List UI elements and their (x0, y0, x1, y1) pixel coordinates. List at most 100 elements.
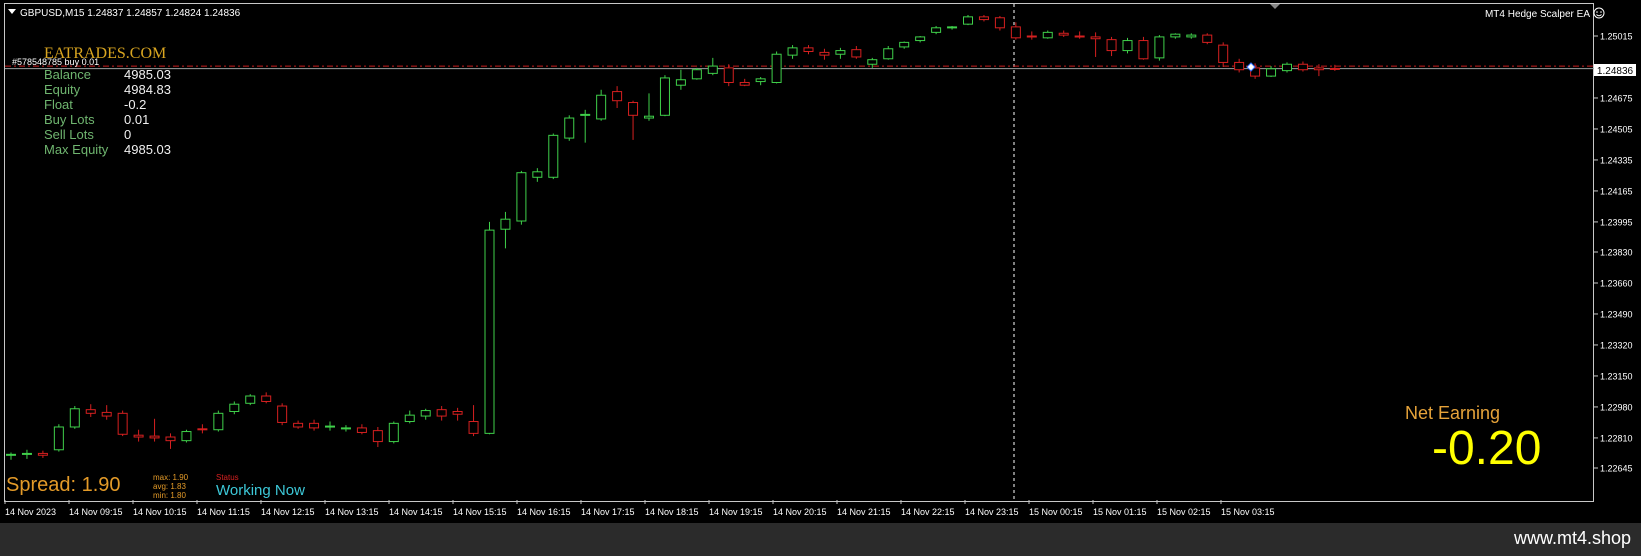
brand-logo: EATRADES.COM (44, 45, 167, 62)
candle-body (1218, 44, 1229, 63)
candle (723, 64, 734, 87)
account-stats-panel: Balance 4985.03 Equity 4984.83 Float -0.… (44, 67, 204, 162)
stat-value: 4984.83 (124, 82, 171, 97)
candle-body (1154, 36, 1165, 59)
stat-label: Sell Lots (44, 127, 94, 142)
candle-body (1058, 32, 1069, 36)
candle-body (261, 395, 272, 402)
candle-body (229, 403, 240, 412)
net-earning-value: -0.20 (1432, 422, 1542, 475)
candle-body (1122, 40, 1133, 52)
stat-value: 0.01 (124, 112, 150, 127)
candle-body (1138, 40, 1149, 60)
candle (963, 15, 973, 26)
candle (564, 115, 575, 141)
candle-body (309, 422, 320, 429)
price-axis-label: 1.22980 (1600, 402, 1633, 412)
candle (1202, 33, 1213, 45)
candle-body (277, 405, 288, 423)
time-axis-label: 14 Nov 11:15 (197, 507, 250, 517)
candle-body (994, 17, 1005, 29)
candle-body (1026, 35, 1037, 38)
candle-body (420, 410, 431, 417)
candle-body (404, 414, 415, 423)
candle-body (165, 436, 176, 442)
candle-body (628, 102, 639, 116)
candle-body (851, 49, 862, 58)
time-axis-label: 14 Nov 18:15 (645, 507, 699, 517)
candle-body (197, 428, 208, 431)
candle-body (1106, 39, 1117, 52)
candle-body (1202, 34, 1213, 43)
candle-body (771, 53, 782, 83)
candle-body (436, 409, 447, 417)
candle (484, 221, 495, 435)
candle-body (484, 229, 495, 434)
spread-max: max: 1.90 (153, 473, 189, 482)
candle-body (213, 412, 224, 431)
candle-body (899, 41, 910, 48)
stat-value: 4985.03 (124, 142, 171, 157)
stat-value: -0.2 (124, 97, 147, 112)
price-axis: 1.25015 1.24675 1.24505 1.24335 1.24165 1.239… (1594, 32, 1633, 474)
time-axis-label: 14 Nov 09:15 (69, 507, 123, 517)
candle-body (37, 452, 48, 456)
candle-body (468, 421, 479, 434)
time-axis-label: 14 Nov 2023 (5, 507, 56, 517)
time-axis-label: 14 Nov 22:15 (901, 507, 955, 517)
candle-body (1329, 67, 1340, 70)
current-price-tag: 1.24836 (1594, 64, 1636, 77)
candle (516, 170, 527, 225)
price-axis-label: 1.22810 (1600, 433, 1633, 443)
stat-label: Equity (44, 82, 81, 97)
candle-body (1266, 68, 1277, 77)
candle-body (596, 94, 607, 120)
candle-body (755, 78, 766, 83)
spread-stats: max: 1.90 avg: 1.83 min: 1.80 (153, 473, 188, 500)
candle-body (963, 16, 973, 25)
candle-body (1042, 31, 1053, 39)
price-axis-label: 1.22645 (1600, 464, 1633, 474)
stat-value: 4985.03 (124, 67, 171, 82)
time-axis-label: 14 Nov 15:15 (453, 507, 507, 517)
candle (1138, 36, 1149, 60)
time-axis-label: 15 Nov 00:15 (1029, 507, 1083, 517)
candle-body (659, 77, 670, 116)
candle-body (1297, 63, 1308, 71)
spread-display: Spread: 1.90 (6, 474, 121, 496)
candle (1154, 35, 1165, 61)
candle-body (21, 452, 32, 455)
status-label: Status (216, 473, 239, 482)
candle-body (867, 59, 878, 65)
candle-body (612, 91, 623, 102)
time-axis-label: 15 Nov 02:15 (1157, 507, 1211, 517)
time-axis-label: 14 Nov 16:15 (517, 507, 571, 517)
time-axis-label: 14 Nov 10:15 (133, 507, 187, 517)
candle-body (915, 36, 926, 42)
candle (1122, 37, 1133, 54)
time-axis-label: 14 Nov 23:15 (965, 507, 1019, 517)
candle-body (117, 412, 128, 435)
time-axis-label: 15 Nov 01:15 (1093, 507, 1147, 517)
candle-body (245, 395, 256, 404)
candle (53, 424, 64, 452)
price-axis-label: 1.24675 (1600, 93, 1633, 103)
candle-body (1090, 36, 1101, 40)
price-axis-label: 1.24335 (1600, 155, 1633, 165)
price-axis-label: 1.25015 (1600, 32, 1633, 42)
price-axis-label: 1.23320 (1600, 340, 1633, 350)
price-chart[interactable]: 1.25015 1.24675 1.24505 1.24335 1.24165 1.239… (0, 0, 1641, 523)
price-axis-label: 1.23490 (1600, 309, 1633, 319)
candle-body (149, 435, 160, 439)
candle (213, 410, 224, 432)
candle-body (325, 425, 335, 428)
candle-body (931, 27, 942, 33)
candle (771, 51, 782, 84)
candle-body (516, 172, 527, 222)
candle-body (947, 26, 958, 29)
candle-body (356, 427, 367, 433)
footer-site-url: www.mt4.shop (1513, 528, 1631, 548)
candle-body (69, 408, 80, 428)
candle-body (787, 47, 798, 56)
candle-body (707, 65, 718, 74)
